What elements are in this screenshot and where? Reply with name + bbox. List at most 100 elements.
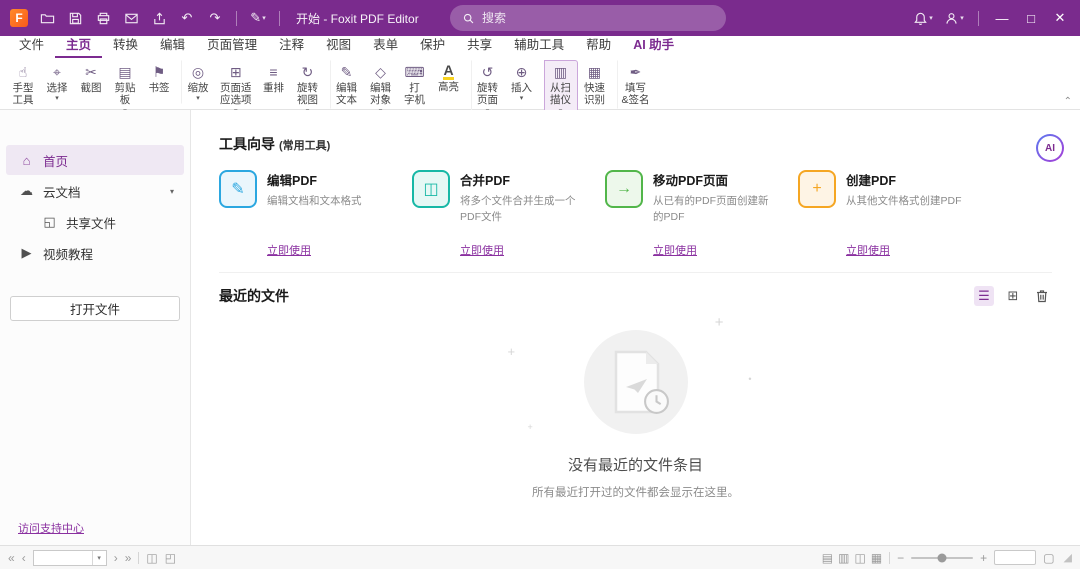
sidebar-item-icon: ☁ bbox=[19, 183, 34, 199]
sidebar-item[interactable]: ▶ 视频教程 bbox=[6, 238, 184, 268]
zoom-slider-knob[interactable] bbox=[938, 553, 947, 562]
tool-card[interactable]: + 创建PDF 从其他文件格式创建PDF 立即使用 bbox=[798, 170, 991, 258]
sidebar-item[interactable]: ◱ 共享文件 bbox=[6, 207, 184, 237]
ribbon-tool-icon: ⌨ bbox=[404, 63, 424, 81]
resize-grip[interactable]: ◢ bbox=[1064, 551, 1072, 564]
ribbon-tool[interactable]: A 高亮 bbox=[432, 60, 466, 95]
use-now-link[interactable]: 立即使用 bbox=[846, 242, 966, 258]
ribbon-tool[interactable]: ◎ 缩放 ▾ bbox=[181, 60, 215, 104]
ribbon-tool[interactable]: ✂ 截图 bbox=[74, 60, 108, 96]
ribbon-tool[interactable]: ✎ 编辑 文本 bbox=[330, 60, 364, 109]
zoom-percent-input[interactable] bbox=[995, 553, 1035, 566]
main-content: 工具向导(常用工具) AI ✎ 编辑PDF 编辑文档和文本格式 立即使用 ◫ bbox=[191, 110, 1080, 545]
last-page-button[interactable]: » bbox=[125, 552, 132, 564]
clear-recent-button[interactable] bbox=[1032, 286, 1052, 306]
sidebar-item[interactable]: ☁ 云文档 ▾ bbox=[6, 176, 184, 206]
print-icon[interactable] bbox=[92, 7, 114, 29]
next-page-button[interactable]: › bbox=[114, 552, 118, 564]
ribbon-tool[interactable]: ⌖ 选择 ▾ bbox=[40, 60, 74, 104]
save-icon[interactable] bbox=[64, 7, 86, 29]
tool-card[interactable]: → 移动PDF页面 从已有的PDF页面创建新的PDF 立即使用 bbox=[605, 170, 798, 258]
tool-card-description: 从其他文件格式创建PDF bbox=[846, 194, 966, 210]
open-folder-icon[interactable] bbox=[36, 7, 58, 29]
minimize-button[interactable]: — bbox=[992, 11, 1012, 26]
zoom-slider[interactable] bbox=[911, 557, 973, 559]
use-now-link[interactable]: 立即使用 bbox=[267, 242, 387, 258]
search-input[interactable] bbox=[482, 11, 692, 25]
first-page-button[interactable]: « bbox=[8, 552, 15, 564]
ribbon-tool[interactable]: ↺ 旋转 页面 ▾ bbox=[471, 60, 505, 117]
ribbon-tool[interactable]: ☝ 手型 工具 bbox=[6, 60, 40, 109]
ribbon-tool-label: 打 字机 bbox=[404, 82, 425, 107]
window-title: 开始 - Foxit PDF Editor bbox=[296, 10, 419, 27]
fit-page-button[interactable]: ▢ bbox=[1043, 552, 1054, 564]
ribbon-tool[interactable]: ◇ 编辑 对象 ▾ bbox=[364, 60, 398, 117]
ribbon-tool[interactable]: ↻ 旋转 视图 ▾ bbox=[291, 60, 325, 117]
ribbon-tool[interactable]: ⌨ 打 字机 bbox=[398, 60, 432, 109]
next-view-icon[interactable]: ◰ bbox=[165, 552, 176, 564]
ribbon-tool[interactable]: ≡ 重排 bbox=[257, 60, 291, 96]
ribbon-tool[interactable]: ▥ 从扫 描仪 ▾ bbox=[544, 60, 578, 117]
close-button[interactable]: ✕ bbox=[1050, 10, 1070, 26]
support-center-link[interactable]: 访问支持中心 bbox=[18, 520, 84, 536]
ribbon-tool[interactable]: ⊞ 页面适 应选项 ▾ bbox=[215, 60, 257, 117]
previous-page-button[interactable]: ‹ bbox=[22, 552, 26, 564]
maximize-button[interactable]: □ bbox=[1021, 11, 1041, 26]
ribbon-tool-label: 手型 工具 bbox=[13, 82, 34, 107]
page-navigation: « ‹ ▾ › » ◫ ◰ bbox=[8, 550, 176, 566]
use-now-link[interactable]: 立即使用 bbox=[460, 242, 580, 258]
tool-card-body: 编辑PDF 编辑文档和文本格式 立即使用 bbox=[267, 170, 387, 258]
ribbon-tool-icon: ⊕ bbox=[516, 63, 528, 81]
grid-view-button[interactable]: ⊞ bbox=[1003, 286, 1023, 306]
ribbon-tool-label: 页面适 应选项 bbox=[220, 82, 252, 107]
facing-view-icon[interactable]: ◫ bbox=[854, 551, 865, 565]
zoom-out-button[interactable]: − bbox=[897, 552, 904, 564]
use-now-link[interactable]: 立即使用 bbox=[653, 242, 773, 258]
ribbon-tool-icon: ⊞ bbox=[230, 63, 242, 81]
ribbon-tool-label: 高亮 bbox=[438, 81, 459, 93]
global-search[interactable] bbox=[450, 5, 726, 31]
app-logo-icon: F bbox=[10, 9, 28, 27]
chevron-down-icon: ▾ bbox=[929, 14, 933, 22]
sidebar-item-label: 视频教程 bbox=[43, 244, 93, 263]
ribbon-toolbar: ☝ 手型 工具 ⌖ 选择 ▾ ✂ 截图 ▤ 剪贴 板 ▾ ⚑ 书签 ◎ bbox=[0, 58, 1080, 110]
tool-card[interactable]: ◫ 合并PDF 将多个文件合并生成一个PDF文件 立即使用 bbox=[412, 170, 605, 258]
ribbon-tool[interactable]: ⚑ 书签 bbox=[142, 60, 176, 96]
ribbon-tool-icon: ☝ bbox=[19, 63, 28, 81]
zoom-in-button[interactable]: + bbox=[980, 552, 987, 564]
ribbon-tool-icon: ↻ bbox=[302, 63, 314, 81]
ai-assistant-button[interactable]: AI bbox=[1036, 134, 1064, 162]
sparkle-icon: + bbox=[528, 422, 533, 432]
redo-icon[interactable]: ↷ bbox=[204, 7, 226, 29]
previous-view-icon[interactable]: ◫ bbox=[146, 552, 157, 564]
ribbon-tool[interactable]: ✒ 填写 &签名 bbox=[617, 60, 655, 109]
ribbon-tool-label: 书签 bbox=[149, 82, 170, 94]
sidebar-item[interactable]: ⌂ 首页 bbox=[6, 145, 184, 175]
ribbon-tool-label: 旋转 页面 bbox=[477, 82, 498, 107]
email-icon[interactable] bbox=[120, 7, 142, 29]
ribbon-tool-label: 编辑 对象 bbox=[370, 82, 391, 107]
ribbon-tool[interactable]: ⊕ 插入 ▾ bbox=[505, 60, 539, 104]
sparkle-icon: + bbox=[715, 314, 724, 331]
notifications-button[interactable]: ▾ bbox=[912, 7, 934, 29]
single-page-view-icon[interactable]: ▤ bbox=[822, 551, 833, 565]
chevron-down-icon[interactable]: ▾ bbox=[92, 551, 106, 565]
undo-icon[interactable]: ↶ bbox=[176, 7, 198, 29]
pen-icon: ✎ bbox=[250, 10, 261, 26]
book-view-icon[interactable]: ▦ bbox=[871, 551, 882, 565]
recent-files-section: 最近的文件 ☰ ⊞ + + • + bbox=[219, 272, 1052, 500]
continuous-view-icon[interactable]: ▥ bbox=[838, 551, 849, 565]
tool-card-description: 将多个文件合并生成一个PDF文件 bbox=[460, 194, 580, 226]
ribbon-tool[interactable]: ▤ 剪贴 板 ▾ bbox=[108, 60, 142, 117]
ribbon-tool-label: 截图 bbox=[81, 82, 102, 94]
share-icon[interactable] bbox=[148, 7, 170, 29]
list-view-button[interactable]: ☰ bbox=[974, 286, 994, 306]
page-number-input[interactable] bbox=[34, 552, 92, 564]
ribbon-tool-label: 重排 bbox=[263, 82, 284, 94]
open-file-button[interactable]: 打开文件 bbox=[10, 296, 180, 321]
ribbon-tool[interactable]: ▦ 快速 识别 bbox=[578, 60, 612, 109]
account-button[interactable]: ▾ bbox=[943, 7, 965, 29]
tool-card-icon: + bbox=[798, 170, 836, 208]
tool-card[interactable]: ✎ 编辑PDF 编辑文档和文本格式 立即使用 bbox=[219, 170, 412, 258]
pen-tool-button[interactable]: ✎ ▾ bbox=[247, 7, 269, 29]
